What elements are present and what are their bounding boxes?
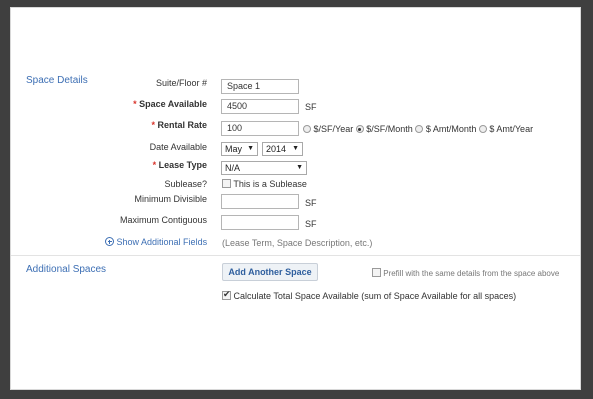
sublease-checkbox-row[interactable]: This is a Sublease xyxy=(222,179,307,189)
radio-sf-month[interactable] xyxy=(355,125,364,133)
year-select[interactable]: 2014 ▼ xyxy=(262,142,303,156)
space-available-label-text: Space Available xyxy=(139,99,207,109)
show-additional-fields-label[interactable]: Show Additional Fields xyxy=(117,237,208,247)
rate-option-amt-year[interactable]: $ Amt/Year xyxy=(478,124,533,134)
form-panel: Space Details Suite/Floor # Space 1 * Sp… xyxy=(10,7,581,390)
month-select[interactable]: May ▼ xyxy=(221,142,258,156)
radio-amt-year[interactable] xyxy=(478,125,487,133)
additional-fields-hint: (Lease Term, Space Description, etc.) xyxy=(222,238,373,248)
radio-amt-month[interactable] xyxy=(415,125,424,133)
rate-option-sf-month[interactable]: $/SF/Month xyxy=(355,124,413,134)
required-mark: * xyxy=(133,99,137,109)
calculate-total-label: Calculate Total Space Available (sum of … xyxy=(233,291,517,301)
show-additional-fields-link[interactable]: Show Additional Fields xyxy=(105,237,207,247)
minimum-divisible-label: Minimum Divisible xyxy=(134,194,207,204)
space-available-input[interactable]: 4500 xyxy=(221,99,299,114)
maximum-contiguous-unit: SF xyxy=(305,219,317,229)
dropdown-arrow-icon: ▼ xyxy=(292,145,299,152)
dropdown-arrow-icon: ▼ xyxy=(247,145,254,152)
lease-type-select[interactable]: N/A ▼ xyxy=(221,161,307,175)
plus-circle-icon[interactable] xyxy=(105,237,114,246)
dropdown-arrow-icon: ▼ xyxy=(296,164,303,171)
prefill-label: Prefill with the same details from the s… xyxy=(383,269,560,278)
suite-floor-input[interactable]: Space 1 xyxy=(221,79,299,94)
required-mark: * xyxy=(151,120,155,130)
rental-rate-input[interactable]: 100 xyxy=(221,121,299,136)
rate-option-sf-year[interactable]: $/SF/Year xyxy=(303,124,353,134)
lease-type-label: * Lease Type xyxy=(77,160,207,170)
section-divider xyxy=(11,255,580,256)
prefill-checkbox[interactable] xyxy=(372,268,381,277)
date-available-label: Date Available xyxy=(149,142,207,152)
space-available-label: * Space Available xyxy=(77,99,207,109)
minimum-divisible-input[interactable] xyxy=(221,194,299,209)
prefill-checkbox-row[interactable]: Prefill with the same details from the s… xyxy=(372,268,559,278)
sublease-label: Sublease? xyxy=(164,179,207,189)
calculate-total-checkbox-row[interactable]: Calculate Total Space Available (sum of … xyxy=(222,289,517,301)
add-another-space-button[interactable]: Add Another Space xyxy=(222,263,318,281)
calculate-total-checkbox[interactable] xyxy=(222,289,231,300)
minimum-divisible-unit: SF xyxy=(305,198,317,208)
maximum-contiguous-label: Maximum Contiguous xyxy=(119,215,207,225)
rental-rate-label: * Rental Rate xyxy=(77,120,207,130)
radio-sf-year[interactable] xyxy=(303,125,311,133)
rental-rate-options: $/SF/Year $/SF/Month $ Amt/Month $ Amt/Y… xyxy=(303,124,533,134)
sublease-checkbox[interactable] xyxy=(222,179,231,188)
space-available-unit: SF xyxy=(305,102,317,112)
section-title-additional-spaces: Additional Spaces xyxy=(26,264,107,275)
rate-option-amt-month[interactable]: $ Amt/Month xyxy=(415,124,476,134)
sublease-checkbox-label: This is a Sublease xyxy=(233,179,307,189)
suite-floor-label: Suite/Floor # xyxy=(155,78,207,88)
lease-type-label-text: Lease Type xyxy=(158,160,207,170)
rental-rate-label-text: Rental Rate xyxy=(157,120,207,130)
maximum-contiguous-input[interactable] xyxy=(221,215,299,230)
required-mark: * xyxy=(152,160,157,170)
